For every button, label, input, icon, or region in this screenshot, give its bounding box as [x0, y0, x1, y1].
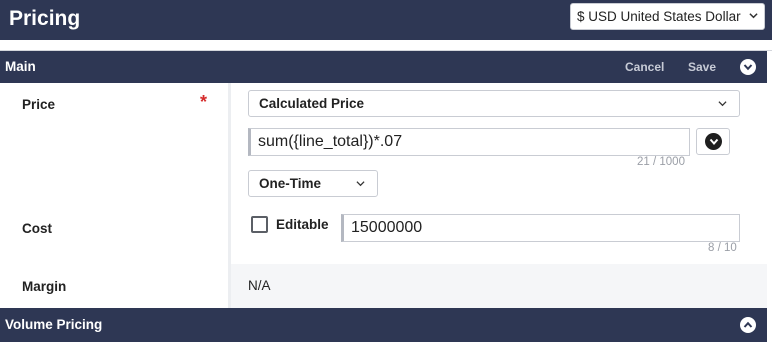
label-column: [0, 83, 231, 308]
frequency-select[interactable]: One-Time: [248, 170, 378, 197]
editable-checkbox[interactable]: [251, 216, 268, 233]
chevron-down-circle-icon: [705, 133, 722, 150]
header-divider: [0, 40, 772, 51]
chevron-down-icon: [743, 64, 753, 71]
cost-label: Cost: [22, 221, 52, 236]
volume-pricing-title: Volume Pricing: [5, 317, 103, 332]
margin-row: [231, 264, 767, 308]
chevron-down-icon: [718, 101, 727, 107]
cancel-button[interactable]: Cancel: [625, 60, 664, 74]
top-bar: Pricing $ USD United States Dollar: [0, 0, 772, 40]
margin-label: Margin: [22, 279, 67, 294]
main-section-title: Main: [5, 59, 36, 74]
formula-options-button[interactable]: [696, 128, 730, 155]
chevron-down-icon: [356, 181, 365, 187]
price-type-value: Calculated Price: [259, 96, 365, 111]
chevron-down-icon: [749, 13, 758, 19]
chevron-up-icon: [743, 321, 753, 328]
page-title: Pricing: [9, 7, 81, 30]
cost-char-counter: 8 / 10: [708, 242, 737, 254]
editable-label: Editable: [276, 217, 329, 232]
required-marker: *: [200, 92, 208, 112]
volume-pricing-header[interactable]: Volume Pricing: [0, 308, 767, 342]
currency-select-value: $ USD United States Dollar: [577, 9, 741, 24]
formula-char-counter: 21 / 1000: [637, 156, 685, 168]
currency-select[interactable]: $ USD United States Dollar: [570, 3, 765, 30]
margin-value: N/A: [248, 278, 271, 293]
save-button[interactable]: Save: [688, 60, 716, 74]
price-label: Price: [22, 97, 56, 112]
formula-input[interactable]: sum({line_total})*.07: [248, 128, 690, 156]
main-section-header: Main Cancel Save: [0, 51, 767, 83]
collapse-main-button[interactable]: [740, 59, 756, 75]
cost-input[interactable]: 15000000: [341, 214, 740, 242]
price-type-select[interactable]: Calculated Price: [248, 90, 740, 117]
expand-volume-button[interactable]: [740, 317, 756, 333]
frequency-value: One-Time: [259, 176, 322, 191]
